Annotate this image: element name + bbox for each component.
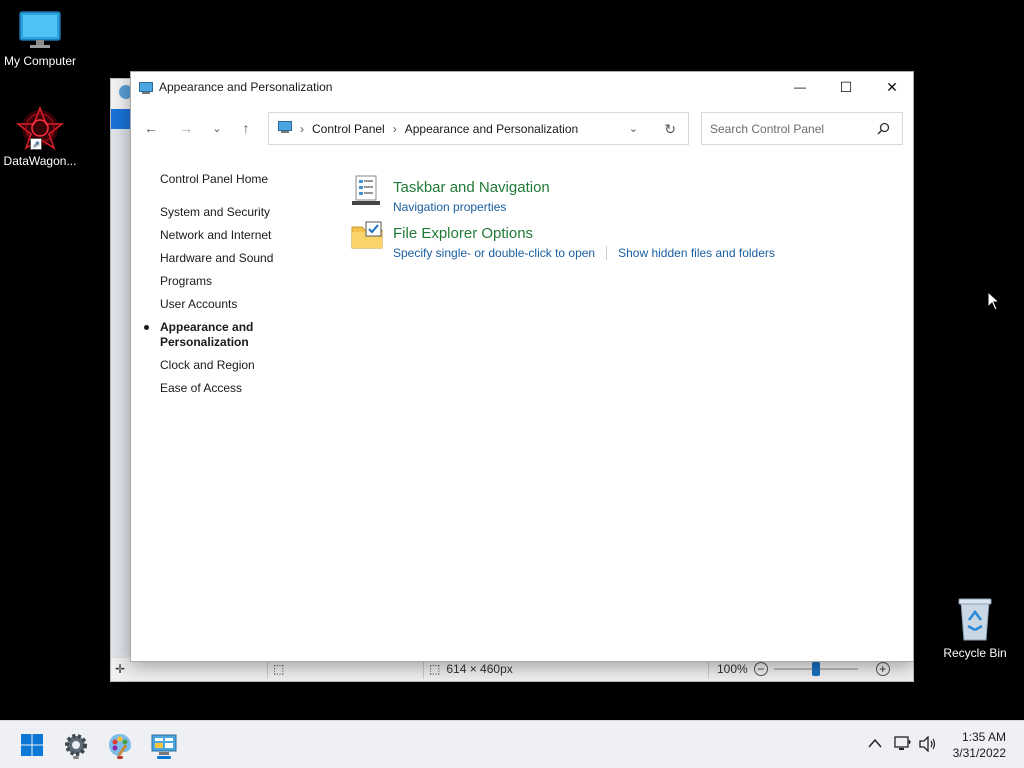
canvas-size-label: 614 × 460px bbox=[446, 662, 513, 676]
up-arrow-icon: ↑ bbox=[242, 120, 250, 136]
link-show-hidden-files[interactable]: Show hidden files and folders bbox=[618, 246, 775, 260]
network-icon bbox=[894, 736, 911, 750]
sidebar-item-network[interactable]: Network and Internet bbox=[160, 228, 320, 243]
running-indicator bbox=[117, 756, 123, 759]
breadcrumb-separator: › bbox=[300, 121, 304, 136]
paint-icon bbox=[109, 734, 131, 757]
sidebar-item-ease-of-access[interactable]: Ease of Access bbox=[160, 381, 320, 396]
zoom-out-button[interactable]: − bbox=[753, 662, 768, 676]
monitor-icon bbox=[18, 10, 62, 50]
category-title-file-explorer[interactable]: File Explorer Options bbox=[393, 225, 775, 242]
minimize-icon: — bbox=[794, 80, 806, 94]
maximize-icon: ☐ bbox=[839, 78, 853, 95]
mouse-cursor-icon bbox=[987, 290, 1001, 316]
back-arrow-icon: ← bbox=[144, 120, 158, 136]
volume-button[interactable] bbox=[919, 735, 937, 755]
link-navigation-properties[interactable]: Navigation properties bbox=[393, 200, 506, 214]
sidebar-item-clock-region[interactable]: Clock and Region bbox=[160, 358, 320, 373]
gear-icon bbox=[65, 734, 87, 756]
canvas-size-icon: ⬚ bbox=[429, 662, 441, 676]
paint-canvas-area bbox=[111, 129, 131, 659]
desktop-icon-recycle-bin[interactable]: Recycle Bin bbox=[935, 596, 1015, 660]
sidebar-item-appearance[interactable]: Appearance and Personalization bbox=[144, 320, 270, 350]
recycle-bin-icon bbox=[955, 596, 995, 642]
back-button[interactable]: ← bbox=[139, 118, 163, 138]
zoom-control: 100% − + bbox=[717, 662, 890, 676]
window-title: Appearance and Personalization bbox=[159, 80, 333, 94]
category-taskbar-navigation: Taskbar and Navigation Navigation proper… bbox=[351, 175, 550, 214]
datawagon-icon: ↗ bbox=[15, 105, 65, 150]
navigation-bar: ← → ⌄ ↑ › Control Panel › Appearance and… bbox=[131, 110, 913, 146]
recent-locations-button[interactable]: ⌄ bbox=[205, 118, 229, 138]
refresh-button[interactable]: ↻ bbox=[664, 121, 676, 138]
paint-ribbon-tab[interactable] bbox=[111, 109, 131, 129]
close-button[interactable]: ✕ bbox=[869, 72, 915, 102]
taskbar-paint-button[interactable] bbox=[104, 729, 136, 761]
show-hidden-icons-button[interactable] bbox=[868, 737, 882, 751]
taskbar-control-panel-button[interactable] bbox=[148, 729, 180, 761]
title-bar[interactable]: Appearance and Personalization — ☐ ✕ bbox=[131, 72, 913, 102]
link-single-double-click[interactable]: Specify single- or double-click to open bbox=[393, 246, 595, 260]
link-divider bbox=[606, 246, 608, 260]
network-button[interactable] bbox=[894, 736, 912, 755]
breadcrumb-control-panel[interactable]: Control Panel bbox=[312, 122, 385, 136]
taskbar-icon[interactable] bbox=[351, 175, 383, 207]
control-panel-icon bbox=[139, 81, 153, 94]
zoom-in-button[interactable]: + bbox=[875, 662, 890, 676]
control-panel-icon bbox=[151, 734, 177, 755]
sidebar-item-home[interactable]: Control Panel Home bbox=[160, 172, 320, 187]
clock-time: 1:35 AM bbox=[961, 730, 1006, 744]
zoom-slider[interactable] bbox=[773, 662, 858, 676]
forward-button[interactable]: → bbox=[174, 118, 198, 138]
clock[interactable]: 1:35 AM 3/31/2022 bbox=[953, 729, 1006, 761]
sidebar-item-user-accounts[interactable]: User Accounts bbox=[160, 297, 320, 312]
sidebar-item-system-security[interactable]: System and Security bbox=[160, 205, 320, 220]
shortcut-arrow-icon: ↗ bbox=[30, 138, 42, 150]
breadcrumb-appearance[interactable]: Appearance and Personalization bbox=[405, 122, 578, 136]
sidebar: Control Panel Home System and Security N… bbox=[144, 172, 320, 404]
desktop-icon-label: Recycle Bin bbox=[943, 646, 1007, 660]
sidebar-item-label: Appearance and Personalization bbox=[160, 320, 254, 349]
active-bullet-icon bbox=[144, 325, 149, 330]
speaker-icon bbox=[919, 735, 936, 753]
sidebar-item-programs[interactable]: Programs bbox=[160, 274, 320, 289]
zoom-slider-thumb[interactable] bbox=[811, 662, 820, 676]
up-button[interactable]: ↑ bbox=[234, 118, 258, 138]
search-input[interactable]: Search Control Panel bbox=[710, 122, 824, 136]
zoom-level: 100% bbox=[717, 662, 748, 676]
category-file-explorer-options: File Explorer Options Specify single- or… bbox=[351, 221, 775, 260]
active-window-indicator bbox=[157, 756, 171, 759]
selection-size-icon: ⬚ bbox=[273, 662, 285, 676]
canvas-size: ⬚ 614 × 460px bbox=[429, 662, 513, 676]
category-title-taskbar[interactable]: Taskbar and Navigation bbox=[393, 179, 550, 196]
control-panel-window[interactable]: Appearance and Personalization — ☐ ✕ ← →… bbox=[130, 71, 914, 662]
control-panel-address-icon bbox=[278, 121, 292, 136]
running-indicator bbox=[73, 756, 79, 759]
maximize-button[interactable]: ☐ bbox=[823, 72, 869, 102]
chevron-up-icon bbox=[868, 738, 882, 748]
breadcrumb-separator: › bbox=[392, 121, 397, 136]
move-cursor-icon: ✛ bbox=[115, 662, 126, 676]
desktop-icon-datawagon[interactable]: ↗ DataWagon... bbox=[0, 105, 80, 168]
folder-options-icon[interactable] bbox=[351, 221, 383, 253]
minimize-button[interactable]: — bbox=[777, 72, 823, 102]
clock-date: 3/31/2022 bbox=[952, 746, 1006, 760]
chevron-down-icon: ⌄ bbox=[212, 122, 222, 135]
taskbar-settings-button[interactable] bbox=[60, 729, 92, 761]
search-icon[interactable] bbox=[877, 122, 890, 138]
address-dropdown-button[interactable]: ⌄ bbox=[629, 122, 638, 135]
sidebar-item-hardware[interactable]: Hardware and Sound bbox=[160, 251, 320, 266]
address-bar[interactable]: › Control Panel › Appearance and Persona… bbox=[268, 112, 689, 145]
desktop-icon-label: DataWagon... bbox=[3, 154, 77, 168]
desktop: My Computer ↗ DataWagon... Recycle Bin ✛… bbox=[0, 0, 1024, 720]
search-box[interactable]: Search Control Panel bbox=[701, 112, 903, 145]
desktop-icon-label: My Computer bbox=[3, 54, 77, 68]
desktop-icon-my-computer[interactable]: My Computer bbox=[0, 10, 80, 68]
close-icon: ✕ bbox=[886, 78, 898, 95]
start-button[interactable] bbox=[16, 729, 48, 761]
forward-arrow-icon: → bbox=[179, 120, 193, 136]
windows-start-icon bbox=[21, 734, 43, 756]
taskbar: 1:35 AM 3/31/2022 bbox=[0, 720, 1024, 768]
